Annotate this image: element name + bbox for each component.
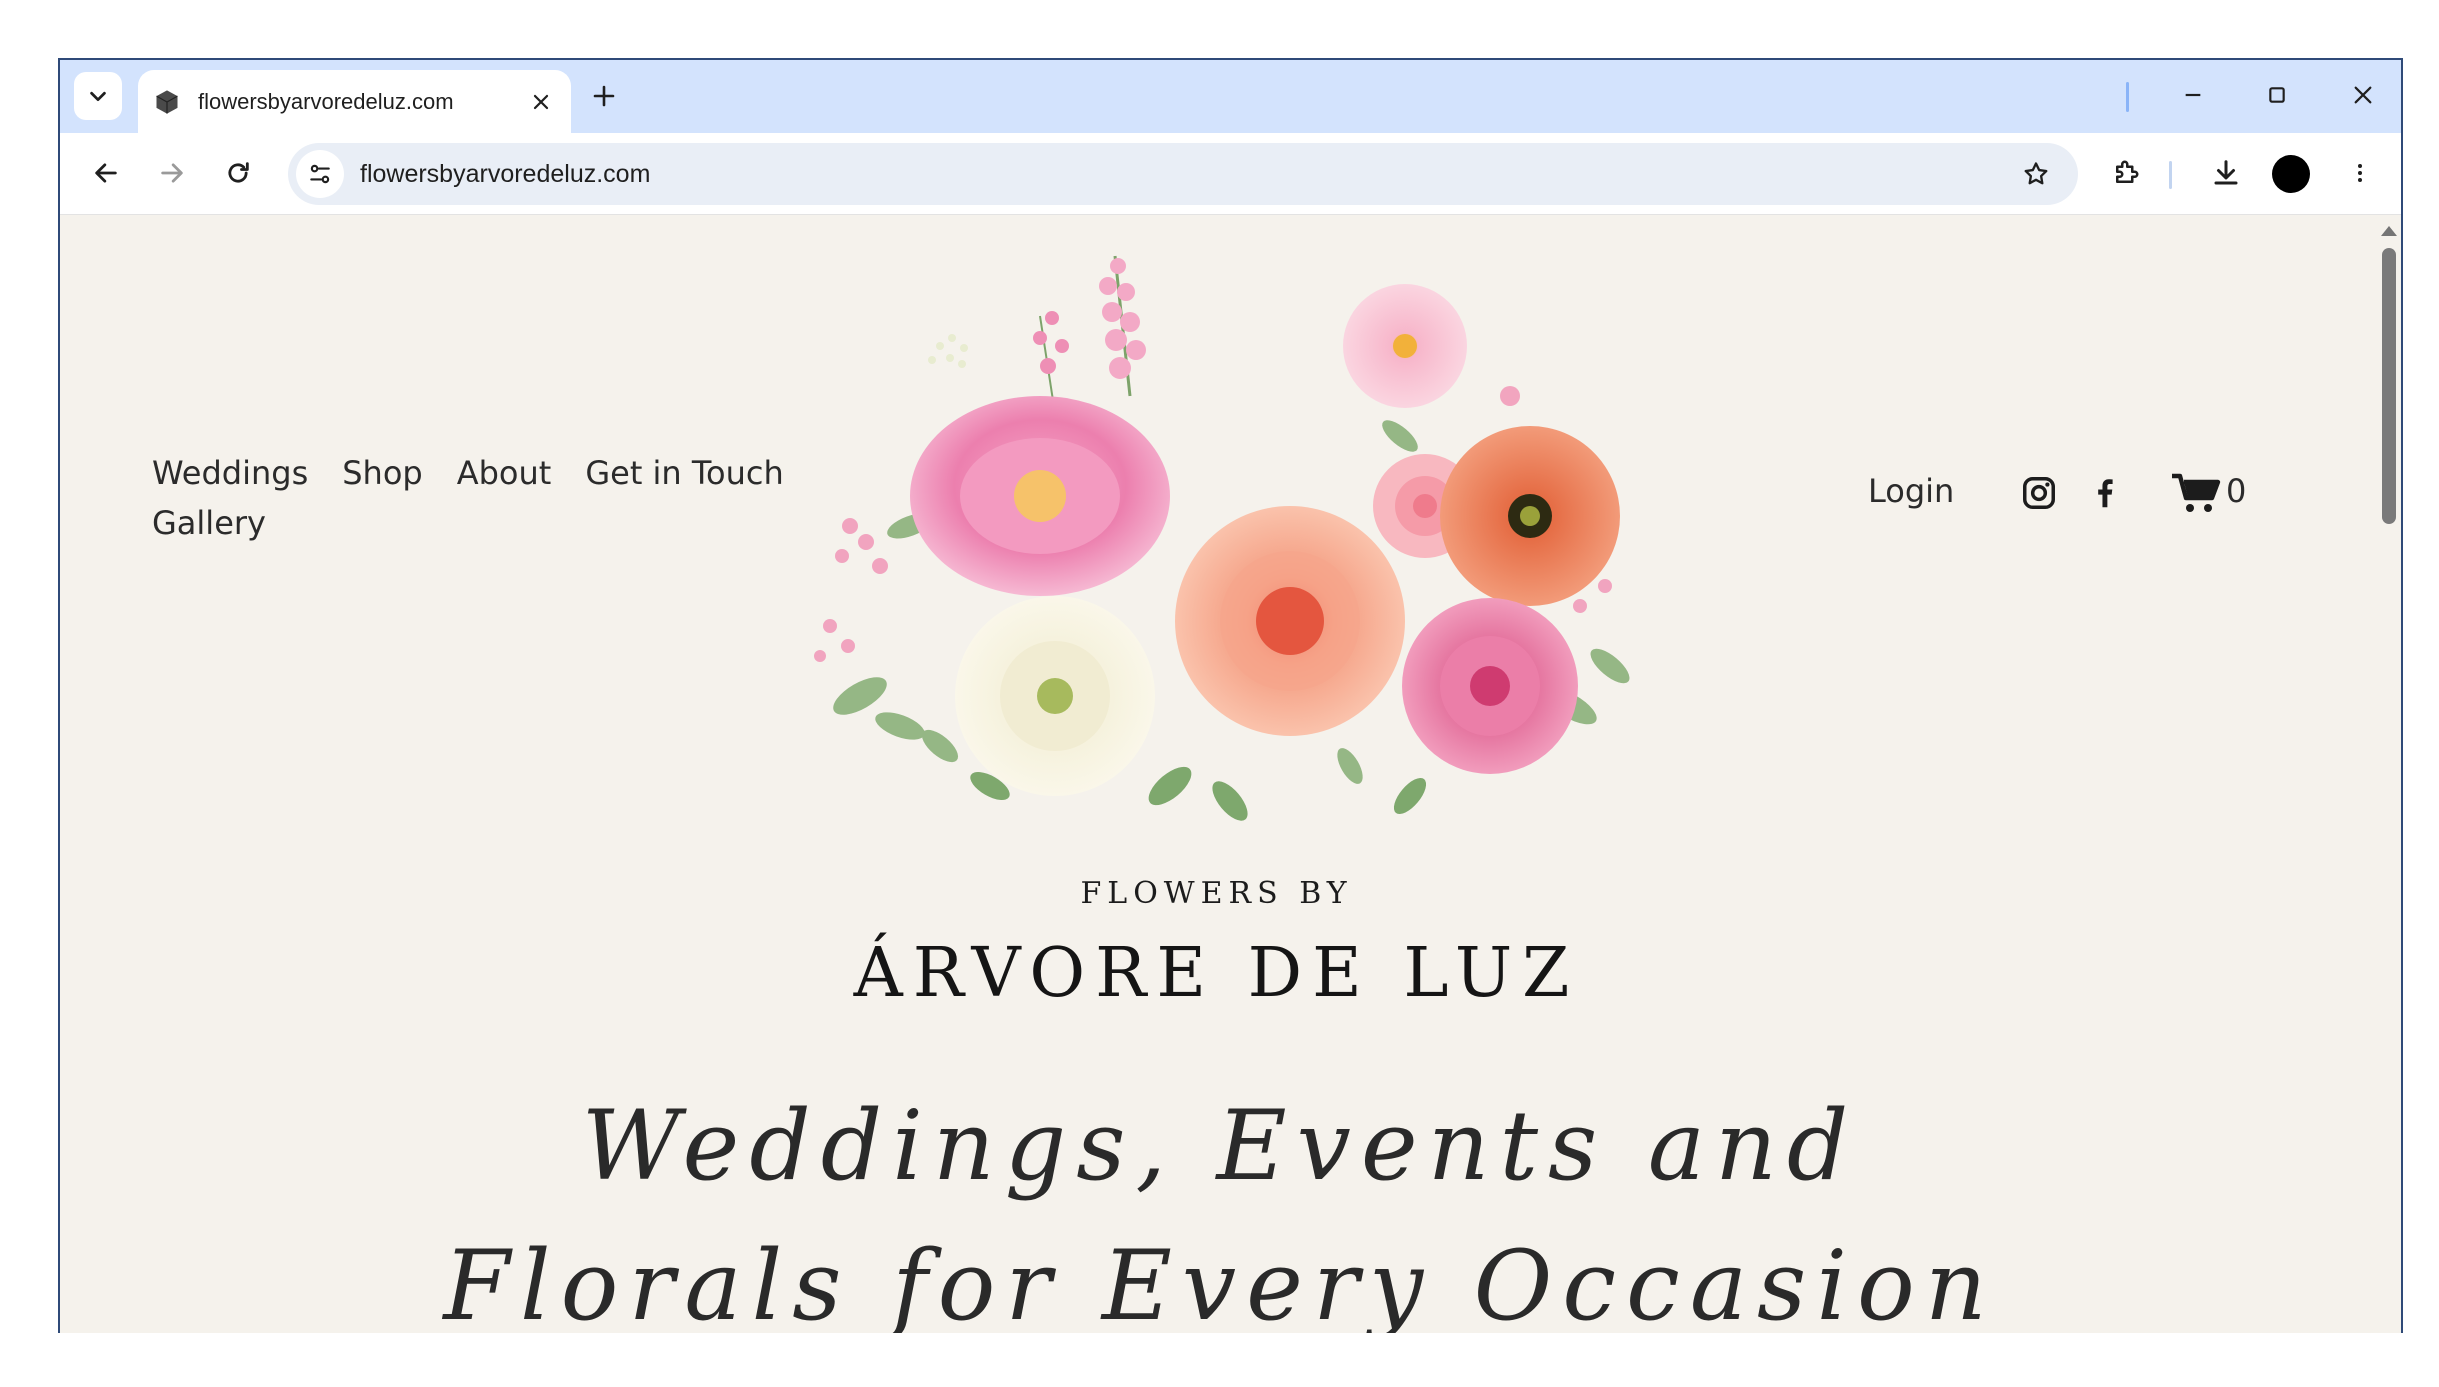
nav-weddings-link[interactable]: Weddings xyxy=(152,448,308,498)
browser-menu-button[interactable] xyxy=(2336,149,2384,197)
downloads-button[interactable] xyxy=(2202,149,2250,197)
cart-count[interactable]: 0 xyxy=(2226,472,2246,510)
tab-title: flowersbyarvoredeluz.com xyxy=(198,88,454,114)
brand-name[interactable]: ÁRVORE DE LUZ xyxy=(60,934,2373,1013)
close-icon xyxy=(2354,86,2372,104)
page-viewport: Weddings Shop About Get in Touch Gallery Lo… xyxy=(60,216,2373,1333)
header-actions: Login 0 xyxy=(1868,472,2368,522)
profile-avatar[interactable] xyxy=(2272,155,2310,193)
browser-window: flowersbyarvoredeluz.com flowersbyarvore… xyxy=(58,58,2403,1333)
nav-about-link[interactable]: About xyxy=(457,448,552,498)
extensions-button[interactable] xyxy=(2102,149,2150,197)
close-icon xyxy=(533,94,549,109)
tune-icon xyxy=(310,164,330,184)
maximize-icon xyxy=(2269,87,2285,103)
plus-icon xyxy=(593,85,615,107)
browser-toolbar: flowersbyarvoredeluz.com xyxy=(60,133,2401,215)
nav-shop-link[interactable]: Shop xyxy=(342,448,422,498)
tab-strip: flowersbyarvoredeluz.com xyxy=(60,60,2401,133)
scroll-thumb[interactable] xyxy=(2382,248,2396,524)
flower-bouquet-illustration xyxy=(814,255,1630,821)
more-vert-icon xyxy=(2358,164,2362,182)
cart-icon[interactable] xyxy=(2170,472,2222,514)
instagram-icon[interactable] xyxy=(2020,474,2058,512)
active-tab[interactable]: flowersbyarvoredeluz.com xyxy=(138,70,571,133)
scroll-up-arrow[interactable] xyxy=(2381,226,2397,236)
new-tab-button[interactable] xyxy=(582,74,626,118)
reload-icon xyxy=(228,162,249,183)
back-button[interactable] xyxy=(82,149,130,197)
main-nav: Weddings Shop About Get in Touch Gallery xyxy=(152,448,832,548)
puzzle-icon xyxy=(2116,160,2139,183)
minimize-icon xyxy=(2185,93,2201,97)
nav-gallery-link[interactable]: Gallery xyxy=(152,498,266,548)
forward-button[interactable] xyxy=(148,149,196,197)
login-link[interactable]: Login xyxy=(1868,472,1954,510)
maximize-button[interactable] xyxy=(2252,72,2302,118)
tab-strip-divider xyxy=(2126,82,2129,112)
facebook-icon[interactable] xyxy=(2086,474,2124,512)
site-info-button[interactable] xyxy=(296,150,344,198)
minimize-button[interactable] xyxy=(2168,72,2218,118)
cube-favicon-icon xyxy=(152,87,182,117)
tab-search-button[interactable] xyxy=(74,72,122,120)
url-text[interactable]: flowersbyarvoredeluz.com xyxy=(360,160,2012,189)
arrow-left-icon xyxy=(95,163,117,183)
brand-subtitle: FLOWERS BY xyxy=(1080,876,1353,911)
hero-tagline: Weddings, Events and Florals for Every O… xyxy=(443,1090,1997,1333)
nav-get-in-touch-link[interactable]: Get in Touch xyxy=(585,448,783,498)
star-icon xyxy=(2024,162,2048,185)
reload-button[interactable] xyxy=(214,149,262,197)
tab-close-button[interactable] xyxy=(523,84,559,120)
close-window-button[interactable] xyxy=(2338,72,2388,118)
bookmark-button[interactable] xyxy=(2012,150,2060,198)
toolbar-divider xyxy=(2169,161,2172,189)
page-scrollbar[interactable] xyxy=(2373,216,2401,1333)
download-icon xyxy=(2214,160,2238,185)
arrow-right-icon xyxy=(161,163,183,183)
chevron-down-icon xyxy=(90,91,106,102)
address-bar[interactable]: flowersbyarvoredeluz.com xyxy=(288,143,2078,205)
